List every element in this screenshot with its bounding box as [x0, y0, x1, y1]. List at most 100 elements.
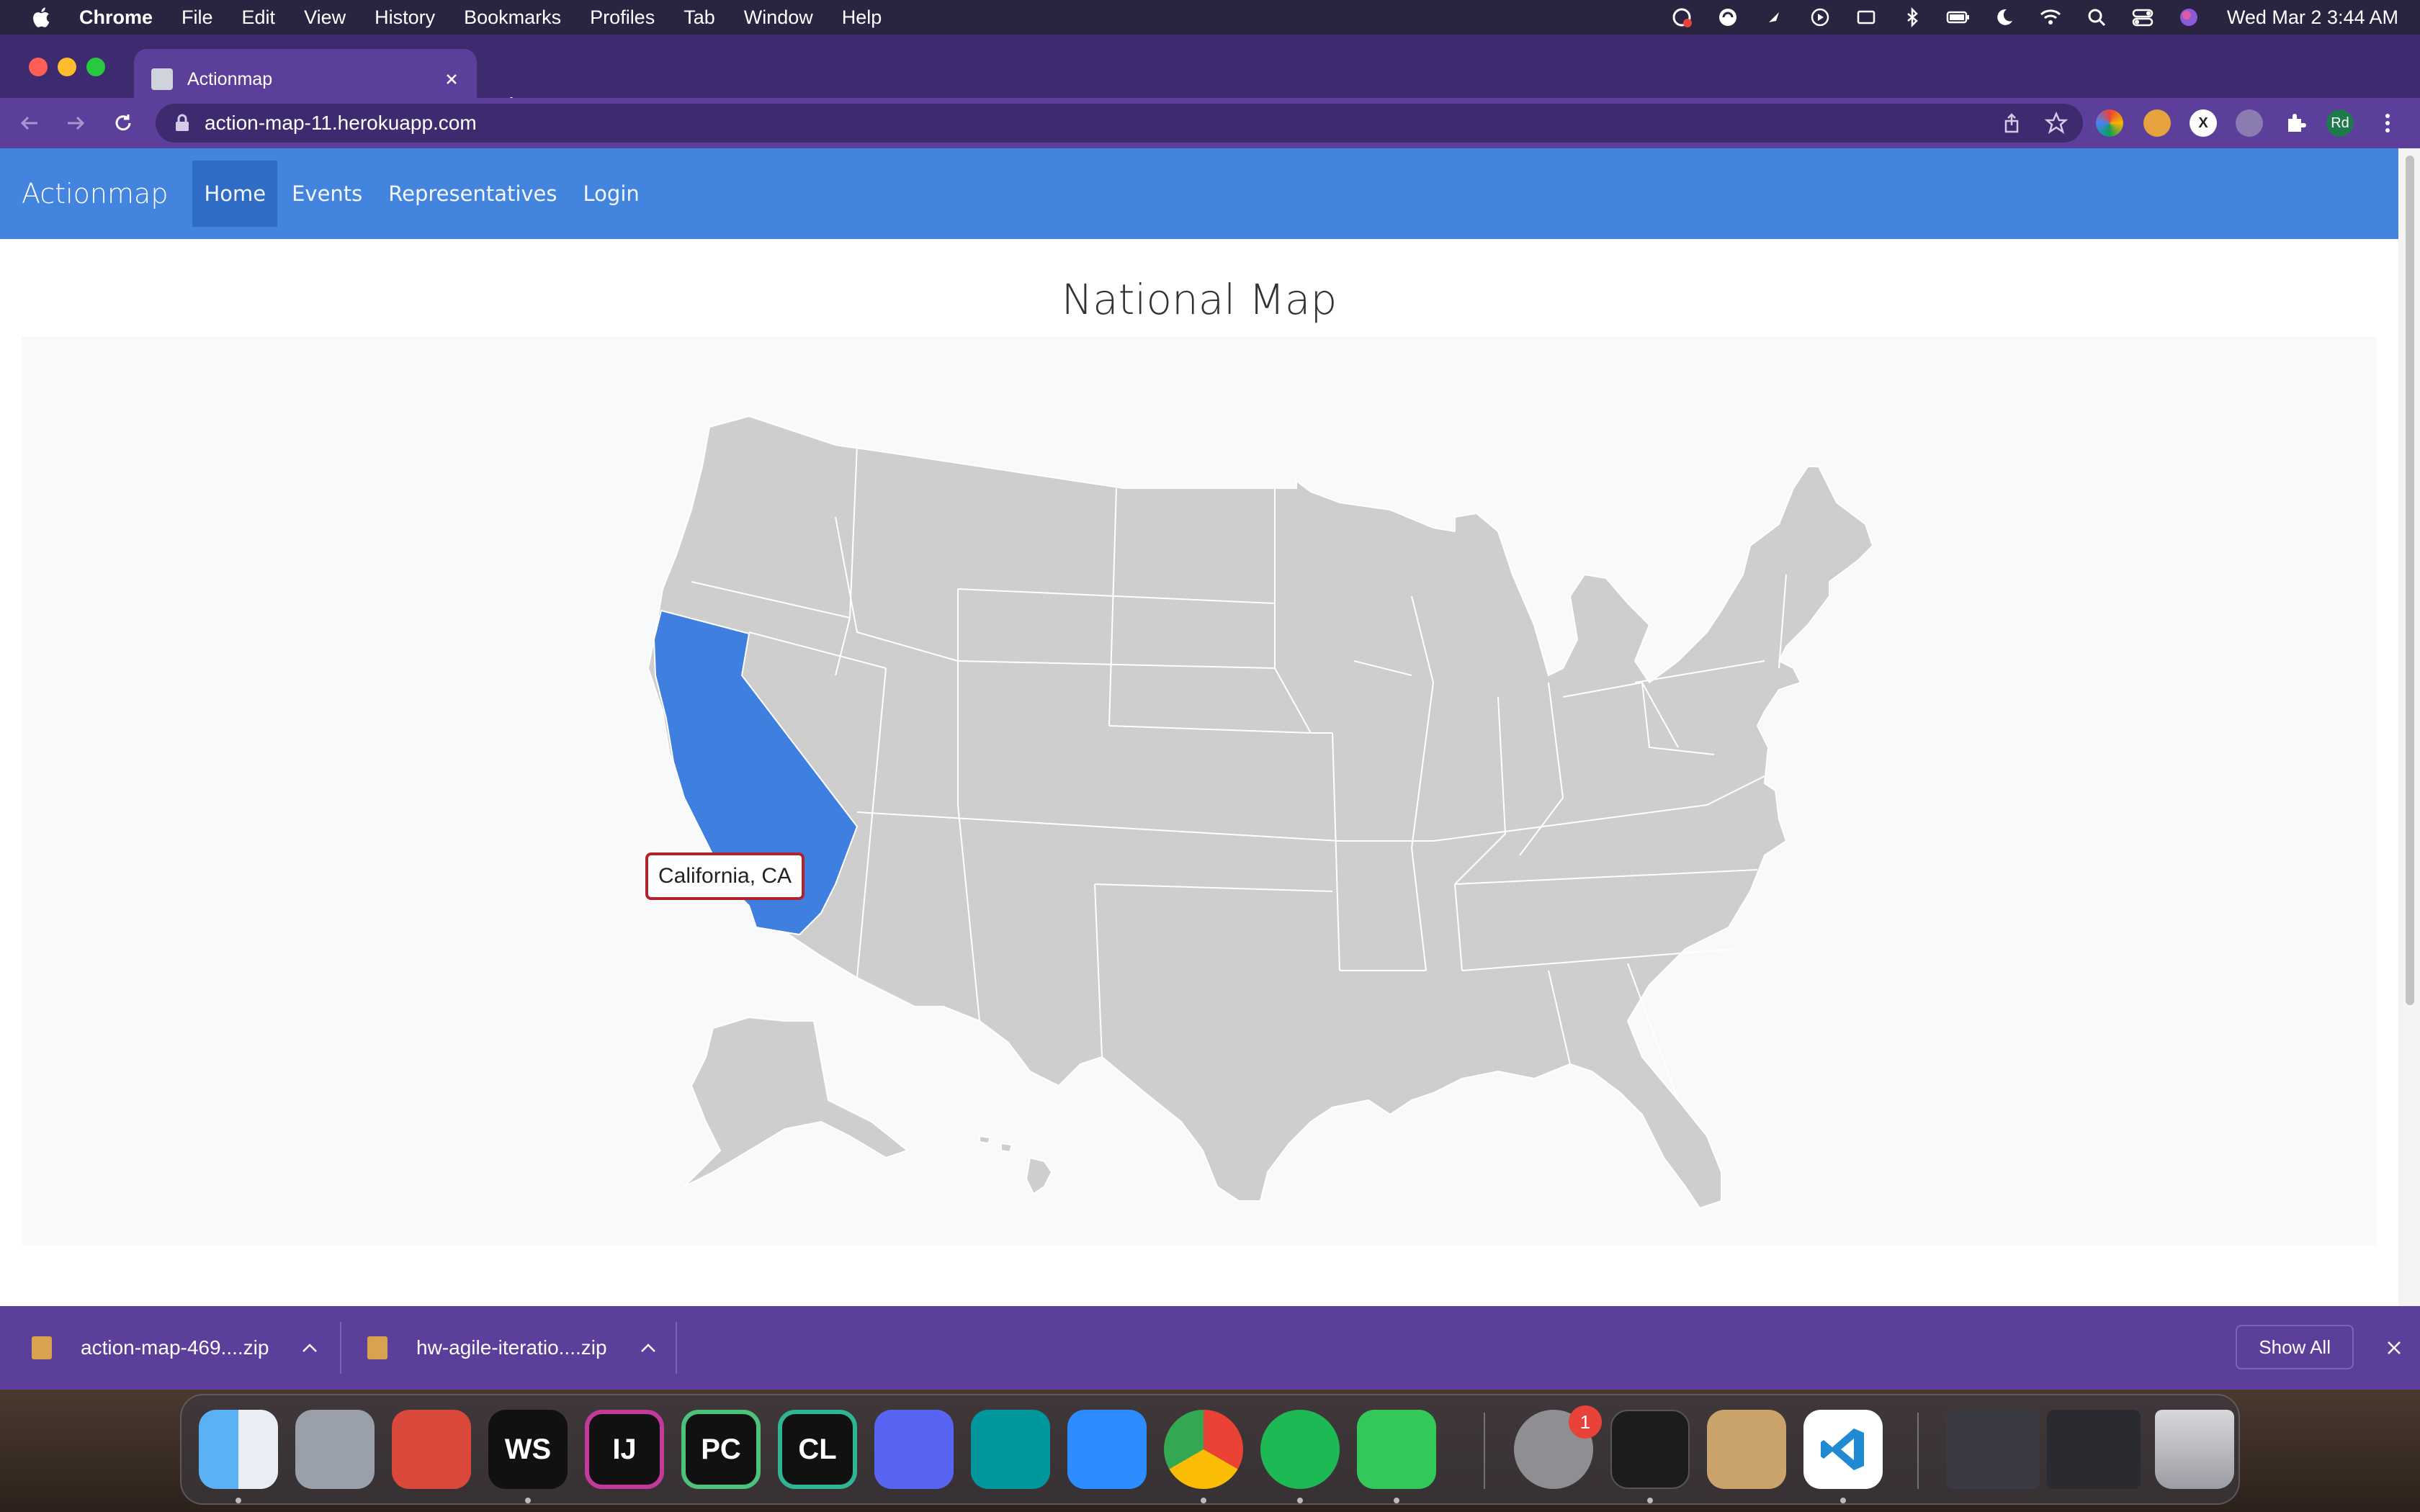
- zoom-icon[interactable]: [1067, 1410, 1147, 1489]
- webstorm-icon[interactable]: WS: [488, 1410, 568, 1489]
- nav-events[interactable]: Events: [280, 161, 374, 227]
- running-indicator: [1840, 1498, 1846, 1503]
- download-filename[interactable]: action-map-469....zip: [81, 1336, 269, 1359]
- spotify-icon[interactable]: [1260, 1410, 1340, 1489]
- arduino-icon[interactable]: [971, 1410, 1050, 1489]
- tab-title: Actionmap: [187, 68, 273, 89]
- nav-home[interactable]: Home: [192, 161, 278, 227]
- site-navbar: Actionmap Home Events Representatives Lo…: [0, 148, 2398, 239]
- window-minimize-button[interactable]: [58, 58, 76, 76]
- window-thumbnail-icon[interactable]: [2047, 1410, 2141, 1489]
- running-indicator: [236, 1498, 241, 1503]
- running-indicator: [1297, 1498, 1303, 1503]
- menu-app-name[interactable]: Chrome: [79, 6, 153, 29]
- display-icon[interactable]: [1854, 6, 1878, 28]
- dock-separator: [1917, 1413, 1919, 1489]
- tab-close-icon[interactable]: [441, 68, 462, 90]
- siri-icon[interactable]: [2177, 6, 2201, 28]
- dock-separator: [1484, 1413, 1485, 1489]
- battery-icon[interactable]: [1946, 6, 1971, 28]
- discord-icon[interactable]: [874, 1410, 954, 1489]
- extensions-puzzle-icon[interactable]: [2282, 109, 2309, 137]
- us-map: [647, 415, 1874, 1210]
- show-all-downloads-button[interactable]: Show All: [2236, 1325, 2354, 1369]
- archive-utility-icon[interactable]: [1707, 1410, 1786, 1489]
- menu-tab[interactable]: Tab: [684, 6, 715, 29]
- scrollbar-thumb[interactable]: [2406, 156, 2414, 1005]
- site-brand[interactable]: Actionmap: [22, 178, 168, 210]
- nav-representatives[interactable]: Representatives: [377, 161, 568, 227]
- play-icon[interactable]: [1808, 6, 1832, 28]
- running-indicator: [525, 1498, 531, 1503]
- downloads-bar: action-map-469....zip hw-agile-iteratio.…: [0, 1306, 2420, 1390]
- trash-icon[interactable]: [2155, 1410, 2234, 1489]
- address-bar[interactable]: action-map-11.herokuapp.com: [156, 104, 2083, 143]
- lock-icon[interactable]: [174, 114, 190, 132]
- running-indicator: [1394, 1498, 1399, 1503]
- vscode-icon[interactable]: [1803, 1410, 1883, 1489]
- notification-badge: 1: [1569, 1405, 1602, 1439]
- running-indicator: [1647, 1498, 1653, 1503]
- messages-icon[interactable]: [1357, 1410, 1436, 1489]
- menu-history[interactable]: History: [375, 6, 435, 29]
- profile-avatar[interactable]: Rd: [2326, 109, 2354, 137]
- national-map-panel: California, CA: [22, 337, 2377, 1246]
- window-zoom-button[interactable]: [86, 58, 105, 76]
- hawaii-state[interactable]: [979, 1135, 1053, 1195]
- finder-icon[interactable]: [199, 1410, 278, 1489]
- bookmark-star-icon[interactable]: [2044, 111, 2069, 135]
- chrome-menu-icon[interactable]: [2374, 109, 2401, 137]
- alaska-state[interactable]: [684, 1016, 910, 1187]
- chevron-up-icon[interactable]: [640, 1343, 656, 1353]
- url-text[interactable]: action-map-11.herokuapp.com: [205, 112, 477, 135]
- extension-gear-icon[interactable]: [2236, 109, 2263, 137]
- menu-edit[interactable]: Edit: [242, 6, 276, 29]
- record-icon[interactable]: [1670, 6, 1694, 28]
- macos-dock: WS IJ PC CL 1: [180, 1394, 2240, 1505]
- download-filename[interactable]: hw-agile-iteratio....zip: [416, 1336, 607, 1359]
- page-scrollbar[interactable]: [2398, 148, 2420, 1306]
- nav-login[interactable]: Login: [572, 161, 651, 227]
- do-not-disturb-icon[interactable]: [1992, 6, 2017, 28]
- close-downloads-icon[interactable]: [2381, 1335, 2407, 1361]
- reload-icon[interactable]: [108, 108, 138, 138]
- forward-arrow-icon[interactable]: [60, 108, 91, 138]
- spotlight-search-icon[interactable]: [2084, 6, 2109, 28]
- clion-icon[interactable]: CL: [778, 1410, 857, 1489]
- menu-clock[interactable]: Wed Mar 2 3:44 AM: [2227, 6, 2398, 29]
- extension-color-icon[interactable]: [2096, 109, 2123, 137]
- zip-file-icon: [367, 1336, 387, 1359]
- web-page: Actionmap Home Events Representatives Lo…: [0, 148, 2398, 1306]
- share-icon[interactable]: [1999, 111, 2024, 135]
- extension-x-icon[interactable]: X: [2190, 109, 2217, 137]
- menu-help[interactable]: Help: [842, 6, 882, 29]
- safari-icon[interactable]: [392, 1410, 471, 1489]
- intellij-icon[interactable]: IJ: [585, 1410, 664, 1489]
- window-close-button[interactable]: [29, 58, 48, 76]
- menu-window[interactable]: Window: [744, 6, 813, 29]
- extension-honey-icon[interactable]: [2143, 109, 2171, 137]
- download-item[interactable]: action-map-469....zip: [32, 1306, 318, 1390]
- menu-view[interactable]: View: [304, 6, 346, 29]
- pycharm-icon[interactable]: PC: [681, 1410, 761, 1489]
- menu-file[interactable]: File: [182, 6, 213, 29]
- launchpad-icon[interactable]: [295, 1410, 375, 1489]
- state-tooltip: California, CA: [645, 852, 805, 900]
- menu-profiles[interactable]: Profiles: [590, 6, 655, 29]
- back-arrow-icon[interactable]: [14, 108, 45, 138]
- chrome-icon[interactable]: [1164, 1410, 1243, 1489]
- terminal-icon[interactable]: [1610, 1410, 1690, 1489]
- window-thumbnail-icon[interactable]: [1946, 1410, 2040, 1489]
- apple-menu-icon[interactable]: [29, 4, 55, 30]
- wifi-icon[interactable]: [2038, 6, 2063, 28]
- pin-icon[interactable]: [1762, 6, 1786, 28]
- chevron-up-icon[interactable]: [302, 1343, 318, 1353]
- download-item[interactable]: hw-agile-iteratio....zip: [367, 1306, 656, 1390]
- running-indicator: [1201, 1498, 1206, 1503]
- tab-favicon-icon: [151, 68, 173, 90]
- menu-bookmarks[interactable]: Bookmarks: [464, 6, 561, 29]
- control-center-icon[interactable]: [2130, 6, 2155, 28]
- bluetooth-icon[interactable]: [1900, 6, 1924, 28]
- sync-icon[interactable]: [1716, 6, 1740, 28]
- browser-toolbar: action-map-11.herokuapp.com X Rd: [0, 98, 2420, 148]
